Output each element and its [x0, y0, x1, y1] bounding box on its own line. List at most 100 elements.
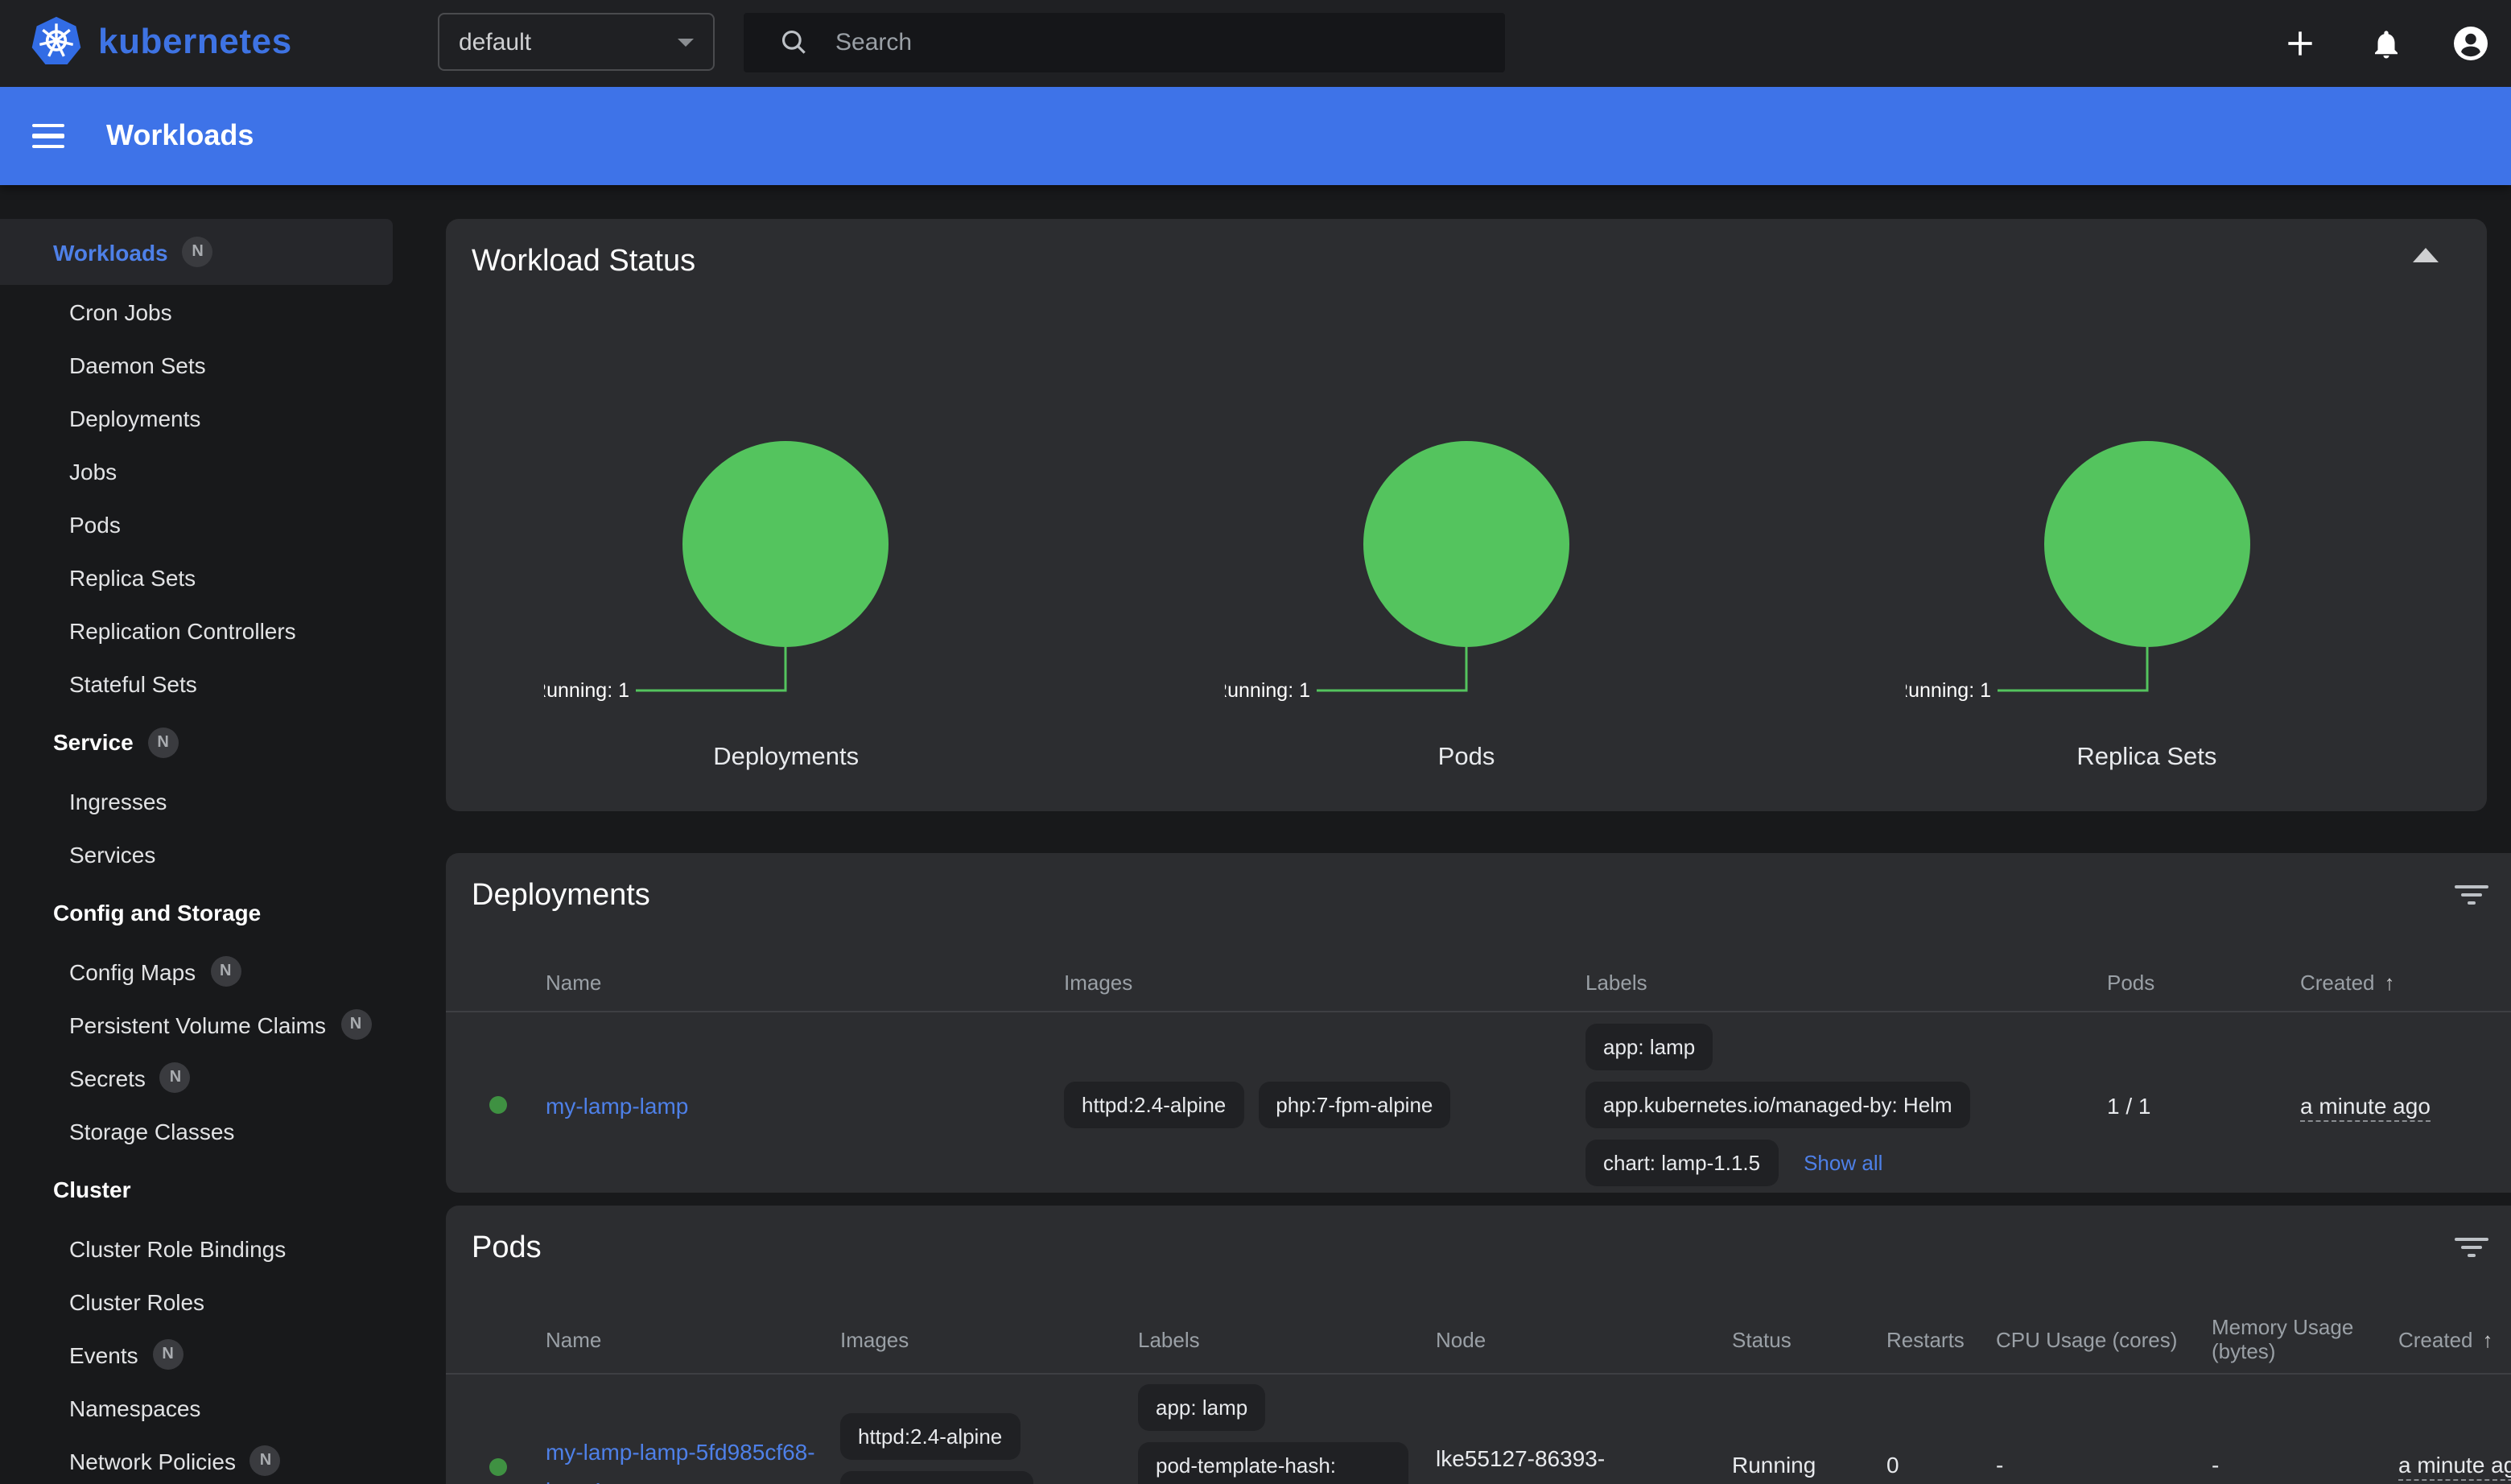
sidebar-item-network-policies[interactable]: Network Policies N	[0, 1434, 418, 1484]
sidebar-item-storage-classes[interactable]: Storage Classes	[0, 1104, 418, 1157]
namespace-select[interactable]: default	[438, 13, 715, 71]
col-created[interactable]: Created↑	[2300, 953, 2511, 1012]
show-all-link[interactable]: Show all	[1804, 1151, 1882, 1175]
sidebar-item-stateful-sets[interactable]: Stateful Sets	[0, 657, 418, 710]
sort-asc-icon[interactable]: ↑	[2483, 1327, 2493, 1351]
app-bar: Workloads	[0, 87, 2511, 185]
callout-line	[1997, 647, 2146, 690]
menu-button[interactable]	[32, 124, 64, 149]
pie-deployments-svg: Running: 1	[545, 438, 1028, 715]
sidebar-section-config-and-storage: Config and Storage	[0, 880, 418, 945]
col-cpu[interactable]: CPU Usage (cores)	[1996, 1305, 2212, 1374]
status-ok-dot	[489, 1458, 507, 1476]
account-icon	[2451, 24, 2490, 63]
col-memory[interactable]: Memory Usage (bytes)	[2212, 1305, 2398, 1374]
pie-slice-running[interactable]	[1363, 441, 1569, 647]
col-created[interactable]: Created↑	[2398, 1305, 2511, 1374]
label-chip: app: lamp	[1138, 1384, 1265, 1431]
callout-label: Running: 1	[545, 679, 630, 702]
pie-slice-running[interactable]	[683, 441, 889, 647]
col-restarts[interactable]: Restarts	[1886, 1305, 1996, 1374]
pod-status: Running	[1732, 1452, 1816, 1478]
pods-header-row: Name Images Labels Node Status Restarts …	[446, 1305, 2511, 1374]
filter-icon[interactable]	[2453, 885, 2488, 911]
pods-card: Pods Name Images Labels Node Status Rest…	[446, 1206, 2511, 1484]
deployments-table: Name Images Labels Pods Created↑ my-lamp…	[446, 953, 2511, 1198]
sidebar-item-pods[interactable]: Pods	[0, 497, 418, 550]
deployments-title: Deployments	[446, 853, 2511, 934]
col-node[interactable]: Node	[1436, 1305, 1732, 1374]
search-input[interactable]	[832, 27, 1505, 58]
label-chip: app: lamp	[1585, 1024, 1713, 1070]
created-time: a minute ago	[2398, 1452, 2511, 1481]
pie-chart-replica-sets: Running: 1 Replica Sets	[1807, 438, 2487, 773]
sidebar-item-jobs[interactable]: Jobs	[0, 444, 418, 497]
new-badge: N	[250, 1445, 281, 1476]
sidebar-item-workloads[interactable]: Workloads N	[0, 219, 393, 285]
sidebar-item-cluster-roles[interactable]: Cluster Roles	[0, 1275, 418, 1328]
label-chip: pod-template-hash: 5fd985cf68	[1138, 1442, 1408, 1484]
sidebar-item-namespaces[interactable]: Namespaces	[0, 1381, 418, 1434]
new-badge: N	[148, 727, 179, 757]
new-badge: N	[153, 1339, 183, 1370]
filter-icon[interactable]	[2453, 1238, 2488, 1263]
sidebar-item-secrets[interactable]: Secrets N	[0, 1051, 418, 1104]
sidebar-section-service[interactable]: Service N	[0, 710, 418, 774]
new-badge: N	[340, 1009, 371, 1040]
sidebar-item-cron-jobs[interactable]: Cron Jobs	[0, 285, 418, 338]
col-name[interactable]: Name	[546, 953, 1064, 1012]
callout-line	[637, 647, 786, 690]
namespace-value: default	[459, 28, 531, 56]
col-name[interactable]: Name	[546, 1305, 840, 1374]
pie-chart-deployments: Running: 1 Deployments	[446, 438, 1126, 773]
sidebar-item-services[interactable]: Services	[0, 827, 418, 880]
search-bar[interactable]	[744, 13, 1505, 72]
chart-label: Pods	[1438, 744, 1495, 773]
page-title: Workloads	[106, 119, 254, 153]
sidebar-item-config-maps[interactable]: Config Maps N	[0, 945, 418, 998]
pod-cpu: -	[1996, 1452, 2003, 1478]
sidebar-item-events[interactable]: Events N	[0, 1328, 418, 1381]
sidebar-item-daemon-sets[interactable]: Daemon Sets	[0, 338, 418, 391]
sidebar-item-persistent-volume-claims[interactable]: Persistent Volume Claims N	[0, 998, 418, 1051]
brand[interactable]: kubernetes	[29, 14, 292, 69]
node-name: lke55127-86393-622f8d09399a	[1436, 1445, 1605, 1484]
col-pods[interactable]: Pods	[2107, 953, 2300, 1012]
account-button[interactable]	[2450, 23, 2492, 64]
sidebar-section-cluster: Cluster	[0, 1157, 418, 1222]
sidebar-nav: Workloads N Cron Jobs Daemon Sets Deploy…	[0, 185, 418, 1484]
brand-name: kubernetes	[98, 21, 292, 63]
new-badge: N	[210, 956, 241, 987]
notifications-button[interactable]	[2365, 23, 2406, 64]
chart-label: Deployments	[713, 744, 859, 773]
pod-name-link[interactable]: my-lamp-lamp-5fd985cf68-jwvz4	[546, 1439, 815, 1484]
collapse-icon[interactable]	[2413, 248, 2439, 262]
bell-icon	[2369, 27, 2402, 60]
col-images[interactable]: Images	[840, 1305, 1138, 1374]
sort-asc-icon[interactable]: ↑	[2385, 970, 2395, 994]
menu-icon	[32, 124, 64, 128]
pod-memory: -	[2212, 1452, 2219, 1478]
sidebar-item-ingresses[interactable]: Ingresses	[0, 774, 418, 827]
sidebar-item-deployments[interactable]: Deployments	[0, 391, 418, 444]
label-chip: chart: lamp-1.1.5	[1585, 1140, 1778, 1186]
col-status[interactable]: Status	[1732, 1305, 1886, 1374]
col-labels[interactable]: Labels	[1138, 1305, 1436, 1374]
col-images[interactable]: Images	[1064, 953, 1585, 1012]
deployments-card: Deployments Name Images Labels Pods Crea…	[446, 853, 2511, 1193]
col-labels[interactable]: Labels	[1585, 953, 2107, 1012]
kubernetes-dashboard: kubernetes default	[0, 0, 2511, 1484]
plus-icon	[2282, 26, 2318, 61]
sidebar-item-cluster-role-bindings[interactable]: Cluster Role Bindings	[0, 1222, 418, 1275]
pod-row: my-lamp-lamp-5fd985cf68-jwvz4 httpd:2.4-…	[446, 1374, 2511, 1484]
topbar-actions	[2279, 0, 2492, 87]
sidebar-item-replication-controllers[interactable]: Replication Controllers	[0, 604, 418, 657]
chevron-down-icon	[678, 38, 694, 46]
pie-slice-running[interactable]	[2043, 441, 2249, 647]
deployment-name-link[interactable]: my-lamp-lamp	[546, 1092, 688, 1118]
pods-count: 1 / 1	[2107, 1092, 2151, 1118]
pods-table: Name Images Labels Node Status Restarts …	[446, 1305, 2511, 1484]
create-resource-button[interactable]	[2279, 23, 2321, 64]
sidebar-item-replica-sets[interactable]: Replica Sets	[0, 550, 418, 604]
image-chip: php:7-fpm-alpine	[1258, 1082, 1450, 1128]
